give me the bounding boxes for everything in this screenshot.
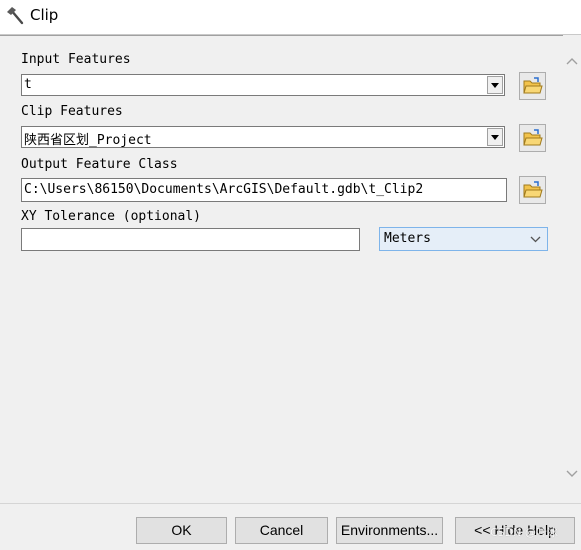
clip-features-label: Clip Features <box>21 104 123 119</box>
scroll-up-arrow-icon[interactable] <box>566 57 578 65</box>
ok-button[interactable]: OK <box>136 517 227 544</box>
open-folder-icon <box>523 77 543 94</box>
output-feature-class-browse-button[interactable] <box>519 176 546 204</box>
vertical-scrollbar[interactable] <box>563 35 581 503</box>
xy-tolerance-units-select[interactable]: Meters <box>379 227 548 251</box>
divider <box>0 35 563 36</box>
watermark: CSDN @叶冰 <box>490 526 558 539</box>
scroll-down-arrow-icon[interactable] <box>566 470 578 478</box>
output-feature-class-value: C:\Users\86150\Documents\ArcGIS\Default.… <box>24 182 424 197</box>
window-title: Clip <box>30 6 59 24</box>
dropdown-arrow-icon <box>491 83 499 88</box>
input-features-combobox[interactable]: t <box>21 74 505 96</box>
input-features-browse-button[interactable] <box>519 72 546 100</box>
clip-features-browse-button[interactable] <box>519 124 546 152</box>
input-features-dropdown-button[interactable] <box>487 76 503 94</box>
chevron-down-icon <box>530 236 541 243</box>
dropdown-arrow-icon <box>491 135 499 140</box>
open-folder-icon <box>523 129 543 146</box>
output-feature-class-label: Output Feature Class <box>21 157 178 172</box>
title-bar: Clip <box>0 0 581 35</box>
open-folder-icon <box>523 181 543 198</box>
output-feature-class-input[interactable]: C:\Users\86150\Documents\ArcGIS\Default.… <box>21 178 507 202</box>
clip-features-combobox[interactable]: 陕西省区划_Project <box>21 126 505 148</box>
clip-features-dropdown-button[interactable] <box>487 128 503 146</box>
environments-button[interactable]: Environments... <box>336 517 443 544</box>
units-selected-value: Meters <box>384 231 431 246</box>
xy-tolerance-label: XY Tolerance (optional) <box>21 209 202 224</box>
xy-tolerance-input[interactable] <box>21 228 360 251</box>
clip-features-value: 陕西省区划_Project <box>24 133 152 148</box>
input-features-value: t <box>24 77 32 92</box>
input-features-label: Input Features <box>21 52 131 67</box>
hammer-icon <box>5 5 27 27</box>
cancel-button[interactable]: Cancel <box>235 517 328 544</box>
